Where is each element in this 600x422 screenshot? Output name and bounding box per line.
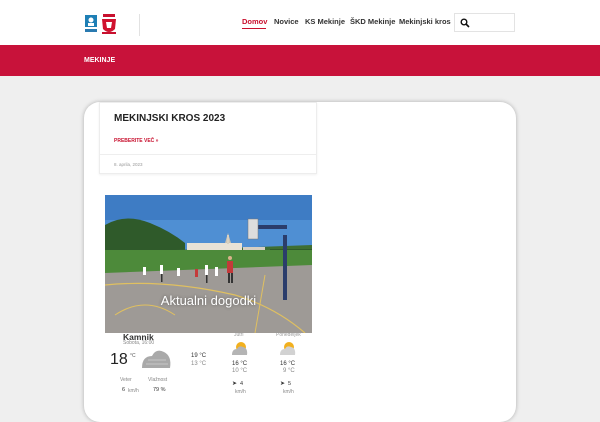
current-high: 19 °C — [191, 353, 207, 359]
site-header: Domov Novice KS Mekinje ŠKD Mekinje Meki… — [0, 0, 600, 45]
page-banner: MEKINJE — [0, 45, 600, 76]
current-low: 13 °C — [191, 361, 207, 367]
nav-active-underline — [242, 28, 266, 29]
humidity-value: 79 % — [153, 387, 166, 393]
weather-temp: 18 — [110, 351, 128, 368]
cloud-icon — [142, 350, 171, 368]
forecast-day-1: Jutri — [234, 332, 244, 338]
partly-cloudy-icon — [280, 342, 296, 355]
page-title: MEKINJE — [84, 57, 116, 64]
forecast-high-1: 16 °C — [232, 361, 248, 367]
nav-item-domov[interactable]: Domov — [242, 17, 267, 26]
weather-unit: °C — [130, 353, 136, 359]
basketball-court-photo — [105, 195, 312, 333]
school-logo[interactable] — [84, 14, 98, 34]
wind-label: Veter — [120, 377, 132, 383]
read-more-link[interactable]: PREBERITE VEČ » — [114, 138, 158, 144]
forecast-high-2: 16 °C — [280, 361, 296, 367]
wind-value: 6 — [122, 387, 126, 393]
forecast-low-1: 10 °C — [232, 368, 248, 374]
card-divider — [100, 154, 316, 155]
nav-item-mekinjski-kros[interactable]: Mekinjski kros — [399, 17, 451, 26]
wind-arrow-icon: ➤ — [232, 381, 238, 387]
forecast-wind-unit-1: km/h — [235, 389, 246, 395]
nav-item-ks-mekinje[interactable]: KS Mekinje — [305, 17, 345, 26]
club-logo[interactable] — [100, 13, 118, 35]
search-icon[interactable] — [460, 18, 470, 28]
search-input[interactable] — [454, 13, 515, 32]
wind-arrow-icon: ➤ — [280, 381, 286, 387]
post-card: MEKINJSKI KROS 2023 PREBERITE VEČ » 8. a… — [99, 102, 317, 174]
forecast-wind-unit-2: km/h — [283, 389, 294, 395]
nav-item-novice[interactable]: Novice — [274, 17, 299, 26]
events-photo[interactable]: Aktualni dogodki — [105, 195, 312, 333]
partly-cloudy-icon — [232, 342, 248, 355]
photo-caption: Aktualni dogodki — [160, 293, 257, 308]
humidity-label: Vlažnost — [148, 377, 168, 383]
forecast-wind-1: 4 — [240, 381, 244, 387]
nav-item-skd-mekinje[interactable]: ŠKD Mekinje — [350, 17, 395, 26]
forecast-day-2: Ponedeljek — [276, 332, 301, 338]
forecast-low-2: 9 °C — [283, 368, 295, 374]
wind-unit: km/h — [128, 388, 139, 394]
forecast-wind-2: 5 — [288, 381, 292, 387]
header-divider — [139, 14, 140, 36]
post-date: 8. aprila, 2023 — [114, 162, 143, 167]
post-title[interactable]: MEKINJSKI KROS 2023 — [114, 113, 225, 124]
